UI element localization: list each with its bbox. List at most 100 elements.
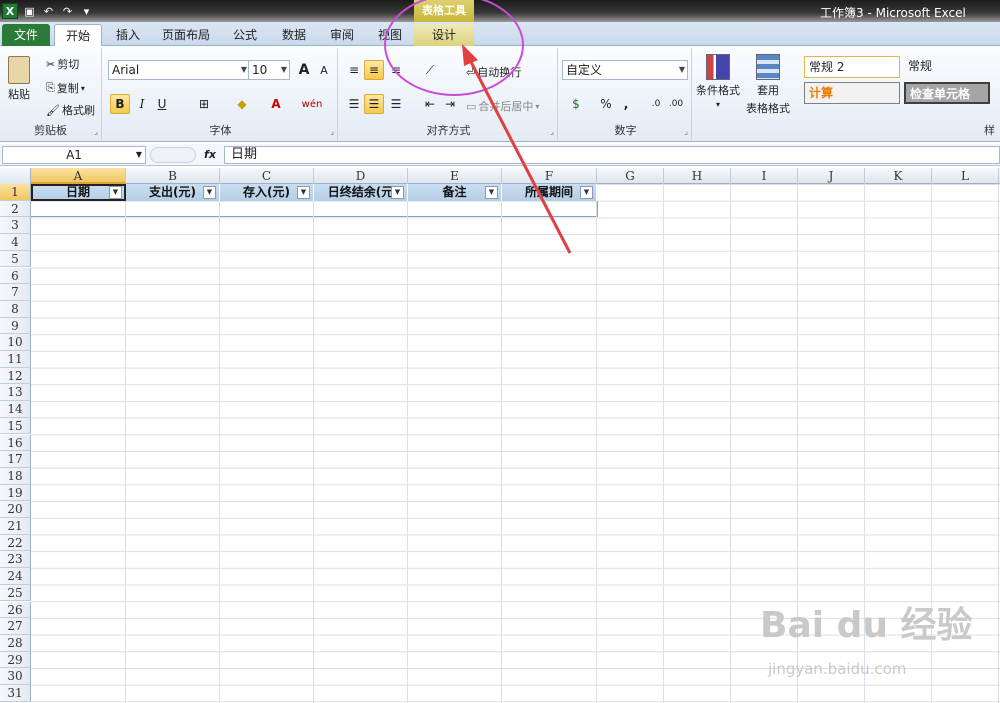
filter-dropdown-icon[interactable]: ▼ <box>391 186 404 199</box>
align-center-icon[interactable]: ☰ <box>364 94 384 114</box>
row-header-20[interactable]: 20 <box>0 501 31 518</box>
row-header-18[interactable]: 18 <box>0 467 31 485</box>
table-header-cell[interactable]: 备注 ▼ <box>408 184 502 201</box>
row-header-16[interactable]: 16 <box>0 434 31 452</box>
column-header-g[interactable]: G <box>597 168 664 184</box>
row-header-2[interactable]: 2 <box>0 200 31 218</box>
row-header-1[interactable]: 1 <box>0 184 31 201</box>
number-format-combo[interactable]: 自定义 ▼ <box>562 60 688 80</box>
row-header-21[interactable]: 21 <box>0 518 31 535</box>
undo-icon[interactable]: ↶ <box>41 4 56 19</box>
decrease-decimal-icon[interactable]: .00 <box>666 94 686 114</box>
row-header-30[interactable]: 30 <box>0 668 31 685</box>
comma-button[interactable]: , <box>616 94 636 114</box>
column-header-l[interactable]: L <box>932 168 999 184</box>
customize-icon[interactable]: ▾ <box>79 4 94 19</box>
column-header-f[interactable]: F <box>502 168 597 184</box>
filter-dropdown-icon[interactable]: ▼ <box>485 186 498 199</box>
font-size-combo[interactable]: 10 ▼ <box>248 60 290 80</box>
row-header-26[interactable]: 26 <box>0 601 31 619</box>
align-left-icon[interactable]: ☰ <box>344 94 364 114</box>
filter-dropdown-icon[interactable]: ▼ <box>297 186 310 199</box>
increase-decimal-icon[interactable]: .0 <box>646 94 666 114</box>
percent-button[interactable]: % <box>596 94 616 114</box>
fill-color-icon[interactable]: ◆ <box>232 94 252 114</box>
column-header-d[interactable]: D <box>314 168 408 184</box>
column-header-e[interactable]: E <box>408 168 502 184</box>
align-top-icon[interactable]: ≡ <box>344 60 364 80</box>
row-header-13[interactable]: 13 <box>0 384 31 402</box>
style-normal[interactable]: 常规 <box>904 56 1000 78</box>
save-icon[interactable]: ▣ <box>22 4 37 19</box>
tab-page-layout[interactable]: 页面布局 <box>155 24 217 46</box>
row-header-7[interactable]: 7 <box>0 284 31 301</box>
table-header-cell[interactable]: 日终结余(元 ▼ <box>314 184 408 201</box>
row-header-3[interactable]: 3 <box>0 217 31 235</box>
row-header-19[interactable]: 19 <box>0 484 31 502</box>
filter-dropdown-icon[interactable]: ▼ <box>203 186 216 199</box>
row-header-10[interactable]: 10 <box>0 334 31 351</box>
tab-data[interactable]: 数据 <box>274 24 314 46</box>
row-header-8[interactable]: 8 <box>0 300 31 318</box>
insert-function-icon[interactable]: fx <box>200 146 220 164</box>
copy-button[interactable]: ⎘ 复制 ▾ <box>46 80 85 96</box>
dialog-launcher-icon[interactable]: ⌟ <box>94 127 98 136</box>
column-header-k[interactable]: K <box>865 168 932 184</box>
column-header-c[interactable]: C <box>220 168 314 184</box>
dialog-launcher-icon[interactable]: ⌟ <box>550 127 554 136</box>
increase-indent-icon[interactable]: ⇥ <box>440 94 460 114</box>
font-name-combo[interactable]: Arial ▼ <box>108 60 250 80</box>
phonetic-button[interactable]: wén <box>302 94 323 114</box>
select-all-corner[interactable] <box>0 168 31 184</box>
column-header-j[interactable]: J <box>798 168 865 184</box>
paste-button[interactable]: 粘贴 <box>8 56 30 102</box>
merge-center-button[interactable]: ▭ 合并后居中 ▾ <box>466 98 539 114</box>
row-header-25[interactable]: 25 <box>0 584 31 602</box>
font-color-icon[interactable]: A <box>266 94 286 114</box>
row-header-11[interactable]: 11 <box>0 351 31 368</box>
style-normal-2[interactable]: 常规 2 <box>804 56 900 78</box>
row-header-27[interactable]: 27 <box>0 618 31 635</box>
table-header-cell[interactable]: 所属期间 ▼ <box>502 184 597 201</box>
redo-icon[interactable]: ↷ <box>60 4 75 19</box>
row-header-29[interactable]: 29 <box>0 651 31 669</box>
italic-button[interactable]: I <box>132 94 152 114</box>
style-calculation[interactable]: 计算 <box>804 82 900 104</box>
row-header-31[interactable]: 31 <box>0 685 31 702</box>
dialog-launcher-icon[interactable]: ⌟ <box>684 127 688 136</box>
column-header-b[interactable]: B <box>126 168 220 184</box>
column-header-i[interactable]: I <box>731 168 798 184</box>
row-header-6[interactable]: 6 <box>0 267 31 285</box>
row-header-22[interactable]: 22 <box>0 534 31 552</box>
grow-font-button[interactable]: A <box>294 60 314 80</box>
filter-dropdown-icon[interactable]: ▼ <box>580 186 593 199</box>
tab-formulas[interactable]: 公式 <box>225 24 265 46</box>
align-right-icon[interactable]: ☰ <box>386 94 406 114</box>
row-header-14[interactable]: 14 <box>0 401 31 418</box>
cut-button[interactable]: ✂ 剪切 <box>46 56 79 72</box>
column-header-a[interactable]: A <box>31 168 126 184</box>
row-header-28[interactable]: 28 <box>0 634 31 652</box>
format-as-table-button[interactable]: 套用 表格格式 <box>746 54 790 116</box>
border-icon[interactable]: ⊞ <box>194 94 214 114</box>
formula-input[interactable]: 日期 <box>224 146 1000 164</box>
row-header-5[interactable]: 5 <box>0 250 31 268</box>
row-header-4[interactable]: 4 <box>0 234 31 251</box>
currency-icon[interactable]: $ <box>566 94 586 114</box>
table-header-cell[interactable]: 存入(元) ▼ <box>220 184 314 201</box>
dialog-launcher-icon[interactable]: ⌟ <box>330 127 334 136</box>
row-header-9[interactable]: 9 <box>0 317 31 335</box>
tab-insert[interactable]: 插入 <box>108 24 148 46</box>
row-header-17[interactable]: 17 <box>0 451 31 468</box>
format-painter-button[interactable]: 🖌 格式刷 <box>46 102 95 118</box>
tab-review[interactable]: 审阅 <box>322 24 362 46</box>
align-middle-icon[interactable]: ≡ <box>364 60 384 80</box>
underline-button[interactable]: U <box>152 94 172 114</box>
row-header-23[interactable]: 23 <box>0 551 31 569</box>
style-check-cell[interactable]: 检查单元格 <box>904 82 990 104</box>
decrease-indent-icon[interactable]: ⇤ <box>420 94 440 114</box>
table-header-cell[interactable]: 支出(元) ▼ <box>126 184 220 201</box>
shrink-font-button[interactable]: A <box>314 60 334 80</box>
tab-home[interactable]: 开始 <box>54 24 102 46</box>
conditional-format-button[interactable]: 条件格式 ▾ <box>696 54 740 109</box>
